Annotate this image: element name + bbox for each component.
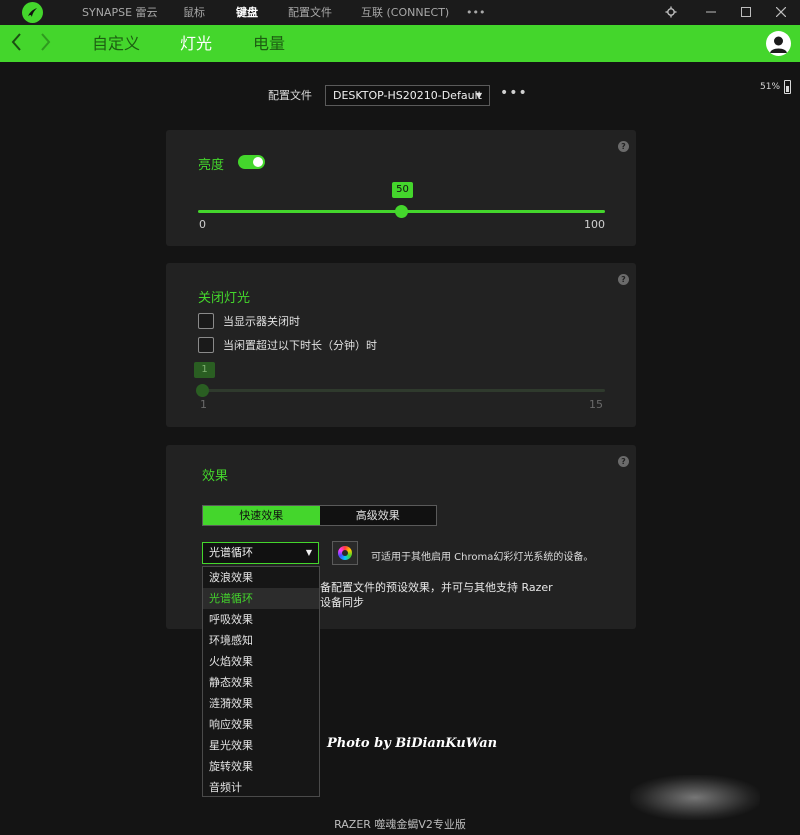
option-display-off[interactable]: 当显示器关闭时 (198, 313, 300, 329)
nav-synapse[interactable]: SYNAPSE 雷云 (82, 0, 158, 25)
user-avatar-icon[interactable] (766, 31, 791, 56)
back-arrow-icon[interactable] (10, 31, 22, 58)
option-idle[interactable]: 当闲置超过以下时长（分钟）时 (198, 337, 377, 353)
effect-selected: 光谱循环 (209, 546, 253, 559)
profile-label: 配置文件 (268, 89, 312, 102)
battery-icon (784, 80, 792, 94)
device-name-footer: RAZER 噬魂金蝎V2专业版 (334, 818, 466, 831)
menu-item-ripple[interactable]: 涟漪效果 (203, 693, 319, 714)
chevron-down-icon: ▼ (305, 548, 312, 557)
corner-watermark-blur (630, 775, 760, 820)
tab-advanced-effects[interactable]: 高级效果 (320, 506, 437, 525)
menu-item-reactive[interactable]: 响应效果 (203, 714, 319, 735)
idle-checkbox[interactable] (198, 337, 214, 353)
nav-profiles[interactable]: 配置文件 (288, 0, 332, 25)
menu-item-wave[interactable]: 波浪效果 (203, 567, 319, 588)
tab-lighting[interactable]: 灯光 (180, 25, 212, 62)
brightness-slider-thumb[interactable] (395, 205, 408, 218)
minimize-icon[interactable] (703, 4, 719, 20)
razer-logo-icon[interactable] (22, 2, 43, 23)
brightness-title: 亮度 (198, 158, 225, 173)
chroma-wheel-icon (338, 546, 352, 560)
nav-more[interactable]: ••• (466, 0, 485, 25)
photo-watermark: Photo by BiDianKuWan (327, 736, 498, 751)
effects-title: 效果 (202, 469, 229, 484)
chroma-color-button[interactable] (332, 541, 358, 565)
menu-item-breathing[interactable]: 呼吸效果 (203, 609, 319, 630)
chevron-down-icon: ▼ (475, 91, 482, 100)
profile-more-button[interactable]: ••• (500, 85, 528, 101)
menu-item-ambient[interactable]: 环境感知 (203, 630, 319, 651)
idle-slider-track (202, 389, 605, 392)
settings-gear-icon[interactable] (663, 4, 679, 20)
section-header: 自定义 灯光 电量 (0, 25, 800, 62)
nav-mouse[interactable]: 鼠标 (183, 0, 205, 25)
brightness-max: 100 (584, 218, 605, 231)
menu-item-spectrum[interactable]: 光谱循环 (203, 588, 319, 609)
brightness-panel: ? 亮度 50 0 100 (166, 130, 636, 246)
menu-item-starlight[interactable]: 星光效果 (203, 735, 319, 756)
tab-quick-effects[interactable]: 快速效果 (203, 506, 320, 525)
display-off-checkbox[interactable] (198, 313, 214, 329)
tab-power[interactable]: 电量 (253, 25, 285, 62)
brightness-value-bubble: 50 (392, 182, 413, 198)
effects-mode-tabs: 快速效果 高级效果 (202, 505, 437, 526)
display-off-label: 当显示器关闭时 (223, 315, 300, 328)
brightness-min: 0 (199, 218, 206, 231)
menu-item-static[interactable]: 静态效果 (203, 672, 319, 693)
tab-customize[interactable]: 自定义 (92, 25, 140, 62)
close-icon[interactable] (773, 4, 789, 20)
nav-connect[interactable]: 互联 (CONNECT) (361, 0, 449, 25)
battery-indicator: 51% (760, 80, 792, 94)
lights-off-title: 关闭灯光 (198, 291, 251, 306)
menu-item-audio-meter[interactable]: 音频计 (203, 777, 319, 798)
forward-arrow-icon[interactable] (40, 31, 52, 58)
nav-keyboard[interactable]: 键盘 (236, 0, 258, 25)
idle-min: 1 (200, 398, 207, 411)
profile-dropdown[interactable]: DESKTOP-HS20210-Default ▼ (325, 85, 490, 106)
help-icon[interactable]: ? (618, 274, 629, 285)
menu-item-rotate[interactable]: 旋转效果 (203, 756, 319, 777)
help-icon[interactable]: ? (618, 456, 629, 467)
effect-dropdown-menu: 波浪效果 光谱循环 呼吸效果 环境感知 火焰效果 静态效果 涟漪效果 响应效果 … (202, 566, 320, 797)
lights-off-panel: ? 关闭灯光 当显示器关闭时 当闲置超过以下时长（分钟）时 1 1 15 (166, 263, 636, 427)
profile-value: DESKTOP-HS20210-Default (333, 89, 482, 102)
battery-percent: 51% (760, 82, 781, 92)
menu-item-fire[interactable]: 火焰效果 (203, 651, 319, 672)
help-icon[interactable]: ? (618, 141, 629, 152)
idle-value-bubble: 1 (194, 362, 215, 378)
brightness-toggle[interactable] (238, 155, 265, 169)
effect-description: 可适用于其他启用 Chroma幻彩灯光系统的设备。 (371, 552, 594, 563)
effect-dropdown[interactable]: 光谱循环 ▼ (202, 542, 319, 564)
effect-description-line3: 设备同步 (320, 596, 364, 609)
idle-slider-thumb (196, 384, 209, 397)
title-bar: SYNAPSE 雷云 鼠标 键盘 配置文件 互联 (CONNECT) ••• (0, 0, 800, 25)
idle-max: 15 (589, 398, 603, 411)
effect-description-line2: 备配置文件的预设效果，并可与其他支持 Razer (320, 581, 553, 594)
idle-label: 当闲置超过以下时长（分钟）时 (223, 339, 377, 352)
maximize-icon[interactable] (738, 4, 754, 20)
